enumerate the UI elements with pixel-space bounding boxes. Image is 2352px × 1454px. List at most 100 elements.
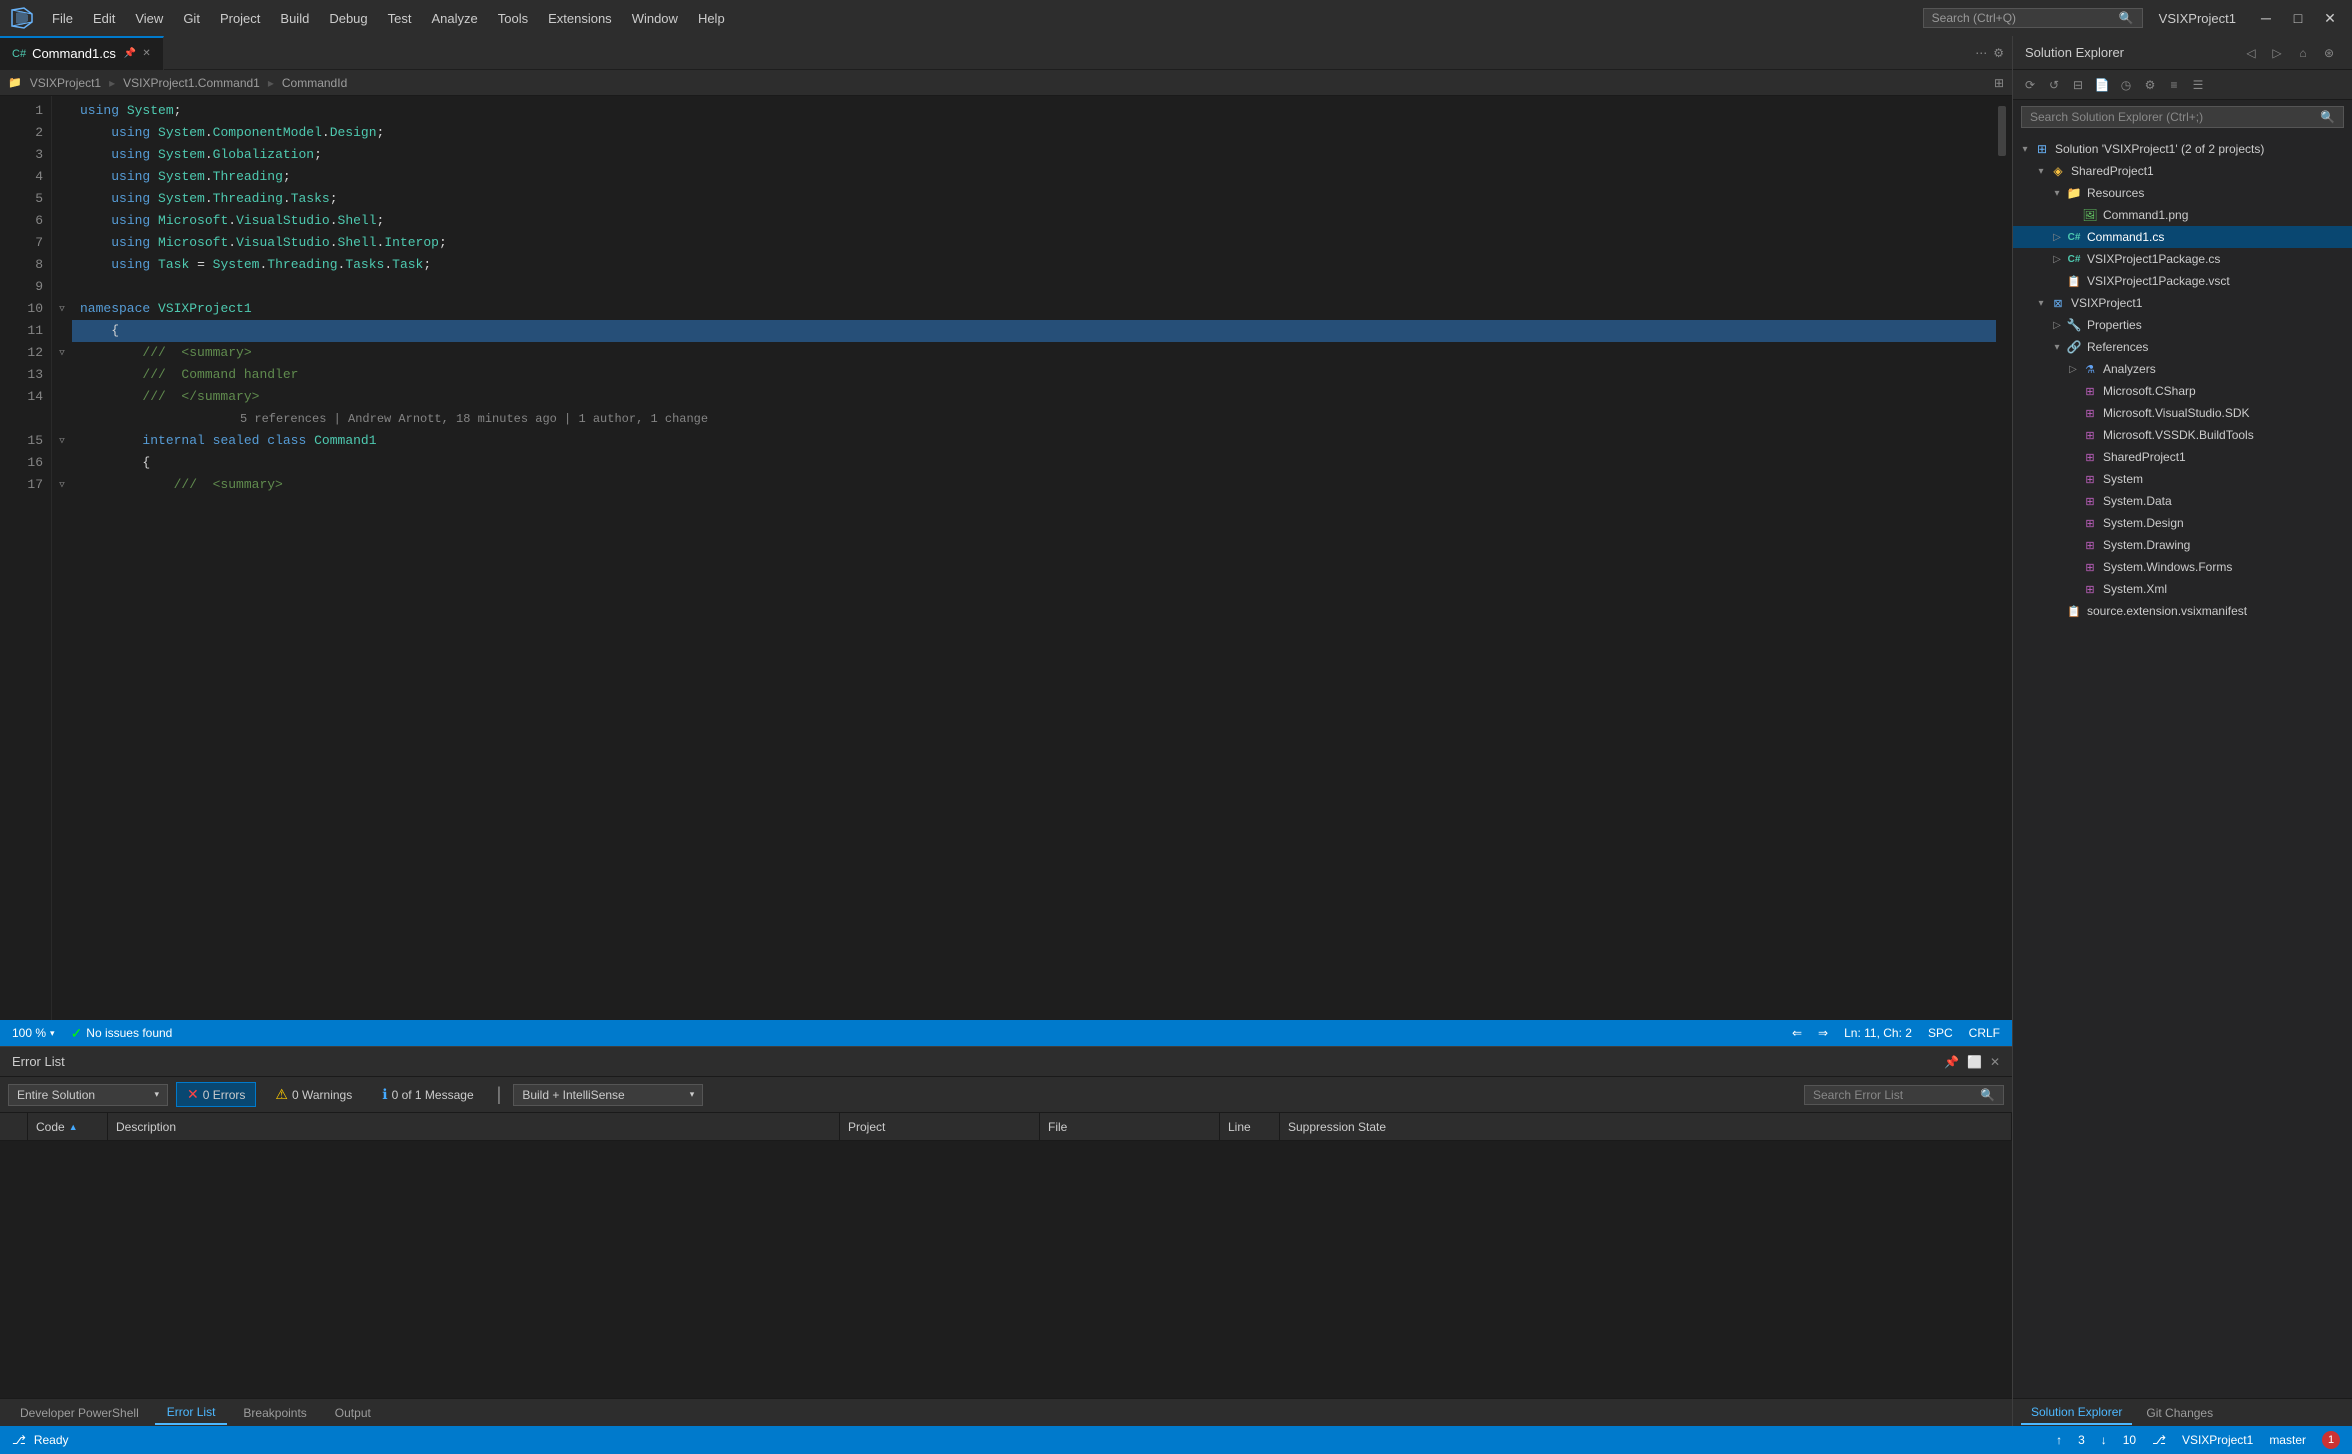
se-tool-refresh[interactable]: ↺ — [2043, 74, 2065, 96]
panel-close-icon[interactable]: ✕ — [1990, 1055, 2000, 1069]
expand-properties[interactable]: ▷ — [2049, 320, 2065, 331]
menu-git[interactable]: Git — [175, 7, 208, 30]
tree-ref-systemdata[interactable]: ⊞ System.Data — [2013, 490, 2352, 512]
se-tree[interactable]: ▾ ⊞ Solution 'VSIXProject1' (2 of 2 proj… — [2013, 134, 2352, 1398]
se-tab-git-changes[interactable]: Git Changes — [2136, 1402, 2223, 1424]
se-forward-button[interactable]: ▷ — [2266, 42, 2288, 64]
tree-solution[interactable]: ▾ ⊞ Solution 'VSIXProject1' (2 of 2 proj… — [2013, 138, 2352, 160]
code-editor[interactable]: 1 2 3 4 5 6 7 8 9 10 11 12 13 14 15 16 — [0, 96, 2012, 1020]
panel-float-icon[interactable]: ⬜ — [1967, 1055, 1982, 1069]
code-content[interactable]: using System; using System.ComponentMode… — [72, 96, 1996, 1020]
se-tool-pending[interactable]: ◷ — [2115, 74, 2137, 96]
se-tool-filter[interactable]: ≡ — [2163, 74, 2185, 96]
expand-resources[interactable]: ▾ — [2049, 188, 2065, 199]
tab-settings-icon[interactable]: ⚙ — [1993, 46, 2004, 60]
col-project-header[interactable]: Project — [840, 1113, 1040, 1140]
se-tool-showfiles[interactable]: 📄 — [2091, 74, 2113, 96]
filter-dropdown[interactable]: Build + IntelliSense ▾ — [513, 1084, 703, 1106]
menu-test[interactable]: Test — [380, 7, 420, 30]
errors-button[interactable]: ✕ 0 Errors — [176, 1082, 256, 1107]
col-desc-header[interactable]: Description — [108, 1113, 840, 1140]
menu-edit[interactable]: Edit — [85, 7, 123, 30]
line-ending-indicator[interactable]: CRLF — [1969, 1026, 2000, 1040]
tree-ref-shared[interactable]: ⊞ SharedProject1 — [2013, 446, 2352, 468]
tab-breakpoints[interactable]: Breakpoints — [231, 1402, 318, 1424]
maximize-button[interactable]: □ — [2284, 4, 2312, 32]
tree-resources-folder[interactable]: ▾ 📁 Resources — [2013, 182, 2352, 204]
tree-ref-system[interactable]: ⊞ System — [2013, 468, 2352, 490]
se-home-button[interactable]: ⌂ — [2292, 42, 2314, 64]
tree-ref-systemwinforms[interactable]: ⊞ System.Windows.Forms — [2013, 556, 2352, 578]
menu-analyze[interactable]: Analyze — [423, 7, 485, 30]
tree-vsixpackage-cs[interactable]: ▷ C# VSIXProject1Package.cs — [2013, 248, 2352, 270]
menu-extensions[interactable]: Extensions — [540, 7, 620, 30]
tab-command1-cs[interactable]: C# Command1.cs 📌 ✕ — [0, 36, 164, 70]
tree-properties[interactable]: ▷ 🔧 Properties — [2013, 314, 2352, 336]
tab-close-button[interactable]: ✕ — [142, 48, 150, 59]
menu-file[interactable]: File — [44, 7, 81, 30]
tab-developer-powershell[interactable]: Developer PowerShell — [8, 1402, 151, 1424]
menu-view[interactable]: View — [127, 7, 171, 30]
tab-output[interactable]: Output — [323, 1402, 383, 1424]
se-search-box[interactable]: Search Solution Explorer (Ctrl+;) 🔍 — [2021, 106, 2344, 128]
menu-tools[interactable]: Tools — [490, 7, 536, 30]
scope-dropdown[interactable]: Entire Solution ▾ — [8, 1084, 168, 1106]
expand-vsixpackage[interactable]: ▷ — [2049, 254, 2065, 265]
tree-sharedproject1[interactable]: ▾ ◈ SharedProject1 — [2013, 160, 2352, 182]
close-button[interactable]: ✕ — [2316, 4, 2344, 32]
menu-debug[interactable]: Debug — [321, 7, 375, 30]
expand-command1-cs[interactable]: ▷ — [2049, 232, 2065, 243]
se-back-button[interactable]: ◁ — [2240, 42, 2262, 64]
se-more-icon[interactable]: ⊛ — [2318, 42, 2340, 64]
breadcrumb-project[interactable]: VSIXProject1 — [30, 76, 101, 90]
col-file-header[interactable]: File — [1040, 1113, 1220, 1140]
expand-references[interactable]: ▾ — [2049, 342, 2065, 353]
global-search[interactable]: Search (Ctrl+Q) 🔍 — [1923, 8, 2143, 28]
breadcrumb-symbol[interactable]: CommandId — [282, 76, 347, 90]
expand-sharedproject1[interactable]: ▾ — [2033, 166, 2049, 177]
branch-name[interactable]: master — [2269, 1433, 2306, 1447]
minimize-button[interactable]: ─ — [2252, 4, 2280, 32]
breadcrumb-more-icon[interactable]: ⊞ — [1994, 76, 2004, 90]
tree-vsct[interactable]: 📋 VSIXProject1Package.vsct — [2013, 270, 2352, 292]
menu-help[interactable]: Help — [690, 7, 733, 30]
tree-command1-png[interactable]: 🖼 Command1.png — [2013, 204, 2352, 226]
tree-ref-systemdesign[interactable]: ⊞ System.Design — [2013, 512, 2352, 534]
project-name[interactable]: VSIXProject1 — [2182, 1433, 2253, 1447]
expand-solution[interactable]: ▾ — [2017, 144, 2033, 155]
expand-analyzers[interactable]: ▷ — [2065, 364, 2081, 375]
tree-ref-msvssdk[interactable]: ⊞ Microsoft.VisualStudio.SDK — [2013, 402, 2352, 424]
warnings-button[interactable]: ⚠ 0 Warnings — [264, 1082, 363, 1107]
panel-pin-icon[interactable]: 📌 — [1944, 1055, 1959, 1069]
zoom-level[interactable]: 100 % ▾ — [12, 1026, 55, 1040]
editor-scrollbar[interactable] — [1996, 96, 2012, 1020]
messages-button[interactable]: ℹ 0 of 1 Message — [371, 1082, 484, 1107]
col-line-header[interactable]: Line — [1220, 1113, 1280, 1140]
error-search-box[interactable]: Search Error List 🔍 — [1804, 1085, 2004, 1105]
tree-ref-mscsharp[interactable]: ⊞ Microsoft.CSharp — [2013, 380, 2352, 402]
tree-command1-cs[interactable]: ▷ C# Command1.cs — [2013, 226, 2352, 248]
tab-overflow-icon[interactable]: ⋯ — [1975, 46, 1987, 60]
menu-build[interactable]: Build — [272, 7, 317, 30]
nav-icon-right[interactable]: ⇒ — [1818, 1026, 1828, 1040]
menu-project[interactable]: Project — [212, 7, 268, 30]
encoding-indicator[interactable]: SPC — [1928, 1026, 1953, 1040]
tree-vsixproject1[interactable]: ▾ ⊠ VSIXProject1 — [2013, 292, 2352, 314]
tree-references[interactable]: ▾ 🔗 References — [2013, 336, 2352, 358]
se-tool-sync[interactable]: ⟳ — [2019, 74, 2041, 96]
nav-icon-left[interactable]: ⇐ — [1792, 1026, 1802, 1040]
tree-vsixmanifest[interactable]: 📋 source.extension.vsixmanifest — [2013, 600, 2352, 622]
tree-ref-vssdk-build[interactable]: ⊞ Microsoft.VSSDK.BuildTools — [2013, 424, 2352, 446]
se-tab-solution-explorer[interactable]: Solution Explorer — [2021, 1401, 2132, 1425]
breadcrumb-namespace[interactable]: VSIXProject1.Command1 — [123, 76, 260, 90]
tree-ref-systemxml[interactable]: ⊞ System.Xml — [2013, 578, 2352, 600]
se-tool-mode[interactable]: ☰ — [2187, 74, 2209, 96]
expand-vsixproject1[interactable]: ▾ — [2033, 298, 2049, 309]
se-tool-collapse[interactable]: ⊟ — [2067, 74, 2089, 96]
menu-window[interactable]: Window — [624, 7, 686, 30]
tree-ref-systemdrawing[interactable]: ⊞ System.Drawing — [2013, 534, 2352, 556]
col-suppress-header[interactable]: Suppression State — [1280, 1113, 2012, 1140]
tab-error-list[interactable]: Error List — [155, 1401, 228, 1425]
col-code-header[interactable]: Code ▲ — [28, 1113, 108, 1140]
tree-analyzers[interactable]: ▷ ⚗ Analyzers — [2013, 358, 2352, 380]
